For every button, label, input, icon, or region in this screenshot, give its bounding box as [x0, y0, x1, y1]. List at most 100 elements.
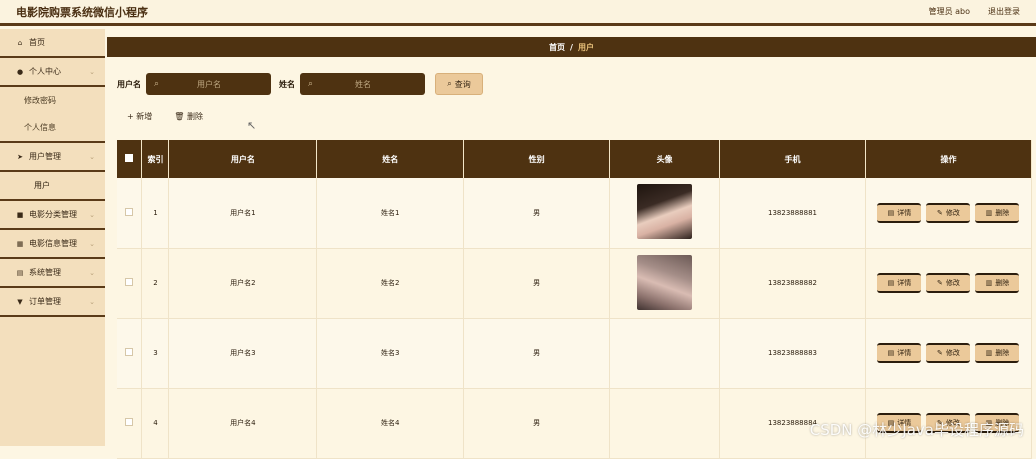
delete-label: 删除 — [995, 208, 1010, 217]
trash-icon: ▥ — [985, 279, 993, 287]
pencil-icon: ✎ — [937, 279, 943, 287]
delete-row-button[interactable]: ▥ 删除 — [975, 273, 1020, 293]
search-row: 用户名 ⌕ 姓名 ⌕ ⌕ 查询 — [117, 73, 483, 95]
detail-button[interactable]: ▤ 详情 — [877, 343, 922, 363]
delete-row-button[interactable]: ▥ 删除 — [975, 343, 1020, 363]
row-select-cell[interactable] — [117, 248, 143, 319]
sidebar-item-movie-category[interactable]: ■ 电影分类管理 ⌄ — [0, 201, 105, 230]
row-checkbox[interactable] — [125, 418, 134, 426]
breadcrumb-separator: / — [570, 42, 573, 52]
sidebar-item-label: 电影分类管理 — [29, 210, 77, 219]
cell-gender: 男 — [463, 248, 611, 319]
table-header-row: 索引 用户名 姓名 性别 头像 手机 操作 — [117, 140, 1033, 178]
query-button-label: 查询 — [454, 79, 471, 89]
table-row: 3 用户名3 姓名3 男 13823888883 ▤ 详情 ✎ 修改 ▥ 删除 — [117, 318, 1033, 389]
cell-name: 姓名2 — [316, 248, 465, 319]
cell-phone: 13823888881 — [719, 178, 866, 249]
top-right: 管理员 abo 退出登录 — [929, 6, 1020, 17]
sidebar-item-user-management[interactable]: ➤ 用户管理 ⌄ — [0, 143, 105, 172]
trash-icon: ▥ — [985, 349, 993, 357]
query-button[interactable]: ⌕ 查询 — [435, 73, 483, 95]
sidebar-item-home[interactable]: ⌂ 首页 — [0, 29, 105, 58]
select-all-cell[interactable] — [117, 140, 143, 178]
detail-label: 详情 — [897, 279, 912, 287]
username-input[interactable] — [159, 79, 260, 89]
add-button[interactable]: + 新增 — [127, 111, 152, 122]
edit-button[interactable]: ✎ 修改 — [926, 273, 971, 293]
row-select-cell[interactable] — [117, 178, 143, 249]
row-checkbox[interactable] — [125, 207, 134, 216]
mouse-cursor-icon: ↖ — [247, 119, 257, 132]
sidebar: ⌂ 首页 ● 个人中心 ⌄ 修改密码 个人信息 ➤ 用户管理 ⌄ 用户 ■ 电影… — [0, 29, 105, 446]
chart-icon: ▤ — [16, 268, 24, 277]
breadcrumb-home[interactable]: 首页 — [549, 42, 565, 53]
edit-button[interactable]: ✎ 修改 — [926, 343, 971, 363]
cell-avatar — [609, 388, 721, 459]
app-title: 电影院购票系统微信小程序 — [16, 5, 148, 19]
chevron-down-icon: ⌄ — [89, 297, 95, 306]
cell-avatar — [609, 318, 721, 389]
row-checkbox[interactable] — [125, 278, 134, 286]
pencil-icon: ✎ — [937, 349, 943, 357]
delete-label: 删除 — [995, 349, 1010, 357]
user-table: 索引 用户名 姓名 性别 头像 手机 操作 1 用户名1 姓名1 男 138238888… — [117, 140, 1033, 459]
username-search-box: ⌕ — [146, 73, 271, 95]
col-username: 用户名 — [168, 140, 318, 178]
row-actions: ▤ 详情 ✎ 修改 ▥ 删除 — [866, 202, 1031, 223]
sidebar-item-label: 订单管理 — [29, 297, 61, 306]
action-row: + 新增 🗑 删除 — [127, 111, 203, 122]
sidebar-item-system[interactable]: ▤ 系统管理 ⌄ — [0, 259, 105, 288]
cell-avatar — [609, 248, 721, 319]
main-content: 首页 / 用户 用户名 ⌕ 姓名 ⌕ ⌕ 查询 + 新增 🗑 删除 ↖ 索引 用… — [107, 29, 1036, 459]
cell-actions: ▤ 详情 ✎ 修改 ▥ 删除 — [865, 248, 1033, 319]
row-select-cell[interactable] — [117, 318, 143, 389]
cell-phone: 13823888883 — [719, 318, 866, 389]
detail-button[interactable]: ▤ 详情 — [877, 273, 922, 293]
box-icon: ■ — [16, 210, 24, 219]
table-row: 2 用户名2 姓名2 男 13823888882 ▤ 详情 ✎ 修改 ▥ 删除 — [117, 248, 1033, 319]
name-search-box: ⌕ — [300, 73, 425, 95]
edit-label: 修改 — [945, 349, 960, 357]
select-all-checkbox[interactable] — [125, 154, 134, 162]
admin-user[interactable]: 管理员 abo — [929, 6, 970, 17]
row-checkbox[interactable] — [125, 348, 134, 356]
col-phone: 手机 — [719, 140, 866, 178]
sidebar-item-label: 个人中心 — [29, 67, 61, 76]
table-row: 1 用户名1 姓名1 男 13823888881 ▤ 详情 ✎ 修改 ▥ 删除 — [117, 178, 1033, 249]
edit-button[interactable]: ✎ 修改 — [926, 202, 971, 223]
grid-icon: ▦ — [16, 239, 24, 248]
col-name: 姓名 — [316, 140, 465, 178]
send-icon: ➤ — [17, 152, 23, 161]
sidebar-subitem-user[interactable]: 用户 — [0, 172, 105, 199]
delete-row-button[interactable]: ▥ 删除 — [975, 202, 1020, 223]
cell-gender: 男 — [463, 318, 611, 389]
cell-username: 用户名3 — [168, 318, 318, 389]
sidebar-subitem-change-password[interactable]: 修改密码 — [0, 87, 105, 114]
delete-button[interactable]: 🗑 删除 — [174, 111, 203, 122]
edit-label: 修改 — [945, 279, 960, 287]
sidebar-subitem-profile[interactable]: 个人信息 — [0, 114, 105, 141]
cell-avatar — [609, 178, 721, 249]
col-index: 索引 — [141, 140, 170, 178]
cell-username: 用户名4 — [168, 388, 318, 459]
name-input[interactable] — [313, 79, 414, 89]
sidebar-item-label: 首页 — [29, 38, 45, 47]
sidebar-item-movie-info[interactable]: ▦ 电影信息管理 ⌄ — [0, 230, 105, 259]
col-gender: 性别 — [463, 140, 611, 178]
cell-name: 姓名4 — [316, 388, 465, 459]
sidebar-item-personal-center[interactable]: ● 个人中心 ⌄ — [0, 58, 105, 87]
logout-link[interactable]: 退出登录 — [988, 6, 1020, 17]
row-select-cell[interactable] — [117, 388, 143, 459]
cell-actions: ▤ 详情 ✎ 修改 ▥ 删除 — [865, 318, 1033, 389]
cell-index: 1 — [141, 178, 170, 249]
cell-username: 用户名2 — [168, 248, 318, 319]
detail-button[interactable]: ▤ 详情 — [877, 202, 922, 223]
pencil-icon: ✎ — [937, 208, 943, 217]
watermark: CSDN @林少Java毕设程序源码 — [809, 421, 1024, 439]
pin-icon: ▼ — [17, 297, 23, 306]
detail-label: 详情 — [897, 349, 912, 357]
sidebar-item-label: 用户管理 — [29, 152, 61, 161]
detail-label: 详情 — [897, 208, 912, 217]
row-actions: ▤ 详情 ✎ 修改 ▥ 删除 — [866, 273, 1031, 293]
sidebar-item-orders[interactable]: ▼ 订单管理 ⌄ — [0, 288, 105, 317]
